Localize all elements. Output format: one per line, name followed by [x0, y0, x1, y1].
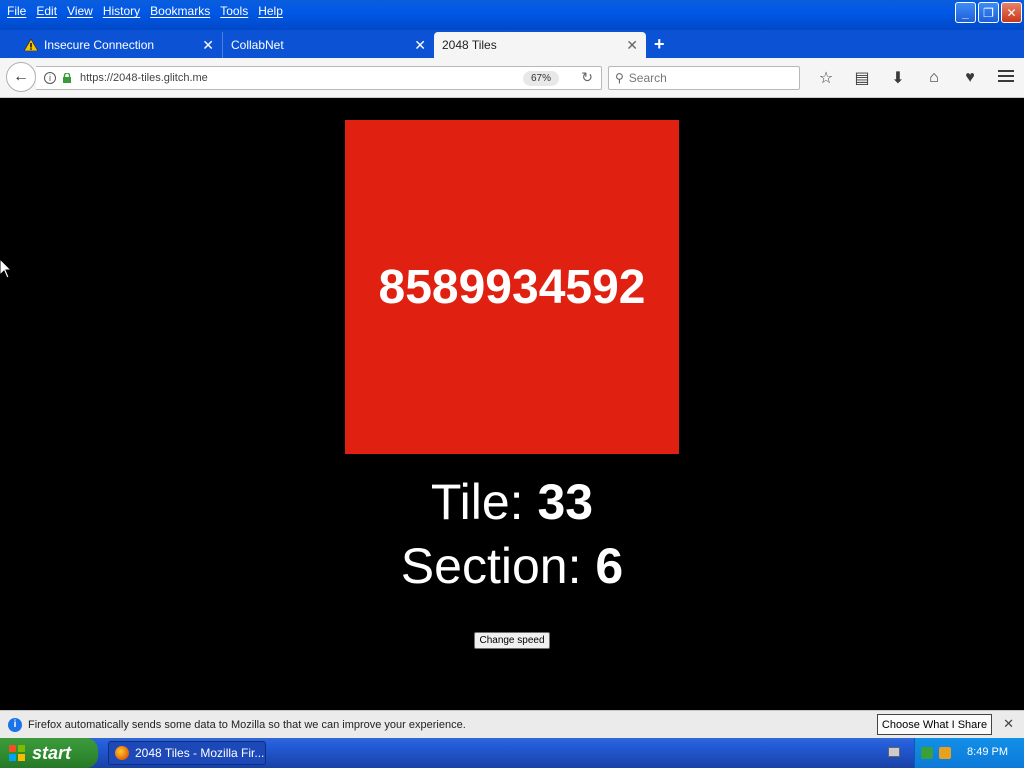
home-icon[interactable]: ⌂ [916, 69, 952, 87]
section-number: 6 [595, 538, 624, 594]
section-row: Section: 6 [0, 534, 1024, 598]
tile-info: Tile: 33 Section: 6 [0, 470, 1024, 598]
reload-icon[interactable]: ↻ [581, 69, 593, 86]
menu-edit[interactable]: Edit [31, 1, 62, 21]
search-icon: ⚲ [615, 71, 624, 85]
keyboard-icon[interactable] [888, 747, 900, 757]
tab-close-icon[interactable]: ✕ [202, 37, 214, 54]
new-tab-button[interactable]: + [654, 34, 665, 55]
notification-text: Firefox automatically sends some data to… [28, 718, 466, 731]
zoom-indicator[interactable]: 67% [522, 71, 559, 86]
menu-file[interactable]: File [2, 1, 31, 21]
tile-label: Tile: [430, 474, 524, 530]
taskbar-firefox-item[interactable]: 2048 Tiles - Mozilla Fir... [108, 741, 266, 765]
pocket-icon[interactable]: ♥ [952, 69, 988, 87]
tile-number: 33 [537, 474, 594, 530]
title-bar: File Edit View History Bookmarks Tools H… [0, 0, 1024, 30]
menu-hamburger-icon[interactable] [998, 70, 1014, 85]
url-bar[interactable]: i https://2048-tiles.glitch.me 67% ↻ [36, 66, 602, 90]
bookmark-star-icon[interactable]: ☆ [808, 68, 844, 88]
windows-logo-icon [9, 745, 25, 761]
navigation-bar: i https://2048-tiles.glitch.me 67% ↻ ← ⚲… [0, 58, 1024, 98]
tile-row: Tile: 33 [0, 470, 1024, 534]
back-arrow-icon: ← [13, 68, 29, 85]
taskbar: start 2048 Tiles - Mozilla Fir... 8:49 P… [0, 738, 1024, 768]
tab-strip: Insecure Connection ✕ CollabNet ✕ 2048 T… [0, 30, 1024, 58]
toolbar-icons: ☆ ▤ ⬇ ⌂ ♥ [808, 66, 988, 90]
search-tray-icon[interactable] [939, 747, 951, 759]
tab-close-icon[interactable]: ✕ [626, 37, 638, 54]
menu-bookmarks[interactable]: Bookmarks [145, 1, 215, 21]
menu-history[interactable]: History [98, 1, 145, 21]
tile-value: 8589934592 [378, 260, 646, 314]
firefox-icon [115, 746, 129, 760]
tab-collabnet[interactable]: CollabNet ✕ [222, 32, 434, 58]
reading-list-icon[interactable]: ▤ [844, 68, 880, 88]
mouse-cursor-icon [0, 259, 12, 279]
tab-2048-tiles[interactable]: 2048 Tiles ✕ [434, 32, 646, 58]
close-window-button[interactable]: ✕ [1001, 2, 1022, 23]
search-placeholder: Search [628, 71, 667, 85]
menu-help[interactable]: Help [253, 1, 288, 21]
menu-tools[interactable]: Tools [215, 1, 253, 21]
choose-what-i-share-button[interactable]: Choose What I Share [877, 714, 992, 735]
notification-bar: i Firefox automatically sends some data … [0, 710, 1024, 738]
window-controls: _ ❐ ✕ [955, 2, 1022, 23]
tab-label: 2048 Tiles [442, 38, 497, 52]
restore-button[interactable]: ❐ [978, 2, 999, 23]
change-speed-button[interactable]: Change speed [474, 632, 550, 649]
close-notification-icon[interactable]: ✕ [1003, 716, 1014, 732]
clock: 8:49 PM [967, 746, 1008, 758]
tab-label: CollabNet [231, 38, 284, 52]
network-icon[interactable] [921, 747, 933, 759]
start-button[interactable]: start [0, 738, 98, 768]
url-text: https://2048-tiles.glitch.me [80, 72, 208, 84]
info-icon[interactable]: i [44, 72, 56, 84]
info-icon: i [8, 717, 22, 732]
tab-insecure-connection[interactable]: Insecure Connection ✕ [16, 32, 222, 58]
back-button[interactable]: ← [6, 62, 36, 92]
menu-view[interactable]: View [62, 1, 98, 21]
search-input[interactable]: ⚲ Search [608, 66, 800, 90]
download-icon[interactable]: ⬇ [880, 68, 916, 88]
taskbar-item-label: 2048 Tiles - Mozilla Fir... [135, 746, 265, 760]
start-label: start [32, 742, 72, 763]
menu-bar: File Edit View History Bookmarks Tools H… [0, 0, 288, 22]
page-content: 8589934592 Tile: 33 Section: 6 Change sp… [0, 99, 1024, 710]
minimize-button[interactable]: _ [955, 2, 976, 23]
tile-display: 8589934592 [345, 120, 679, 454]
warning-icon [24, 39, 38, 51]
system-tray: 8:49 PM [914, 738, 1024, 768]
tab-close-icon[interactable]: ✕ [414, 37, 426, 54]
lock-icon [63, 73, 71, 83]
tab-label: Insecure Connection [44, 38, 155, 52]
section-label: Section: [400, 538, 582, 594]
